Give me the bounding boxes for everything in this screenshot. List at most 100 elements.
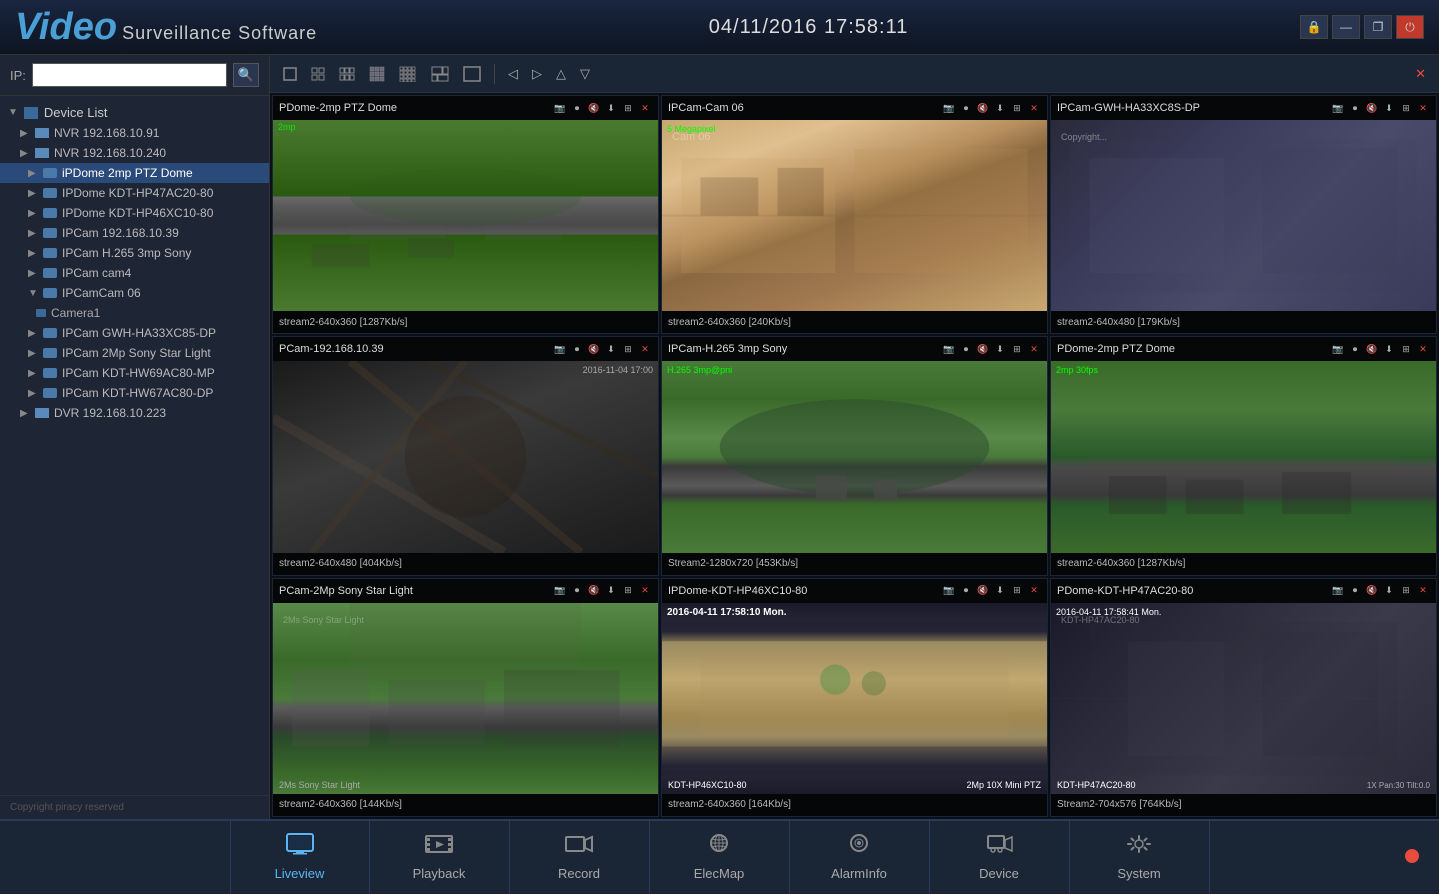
nav-item-playback[interactable]: Playback (370, 820, 510, 894)
cam6-close-icon[interactable]: ✕ (1416, 342, 1430, 356)
cam9-audio-icon[interactable]: 🔇 (1365, 584, 1379, 598)
nav-down-button[interactable]: ▽ (575, 63, 595, 85)
camera-cell-8[interactable]: IPDome-KDT-HP46XC10-80 📷 ⏺ 🔇 ⬇ ⊞ ✕ 2016-… (661, 578, 1048, 817)
cam7-audio-icon[interactable]: 🔇 (587, 584, 601, 598)
sidebar-item-ipcam-cam4[interactable]: ▶ IPCam cam4 (0, 263, 269, 283)
cam8-close-icon[interactable]: ✕ (1027, 584, 1041, 598)
cam4-close-icon[interactable]: ✕ (638, 342, 652, 356)
camera-cell-7[interactable]: 2Ms Sony Star Light PCam-2Mp Sony Star L… (272, 578, 659, 817)
cam3-snap-icon[interactable]: 📷 (1331, 101, 1345, 115)
cam4-record-icon[interactable]: ⏺ (570, 342, 584, 356)
cam5-record-icon[interactable]: ⏺ (959, 342, 973, 356)
cam2-download-icon[interactable]: ⬇ (993, 101, 1007, 115)
sidebar-item-ipdome-47[interactable]: ▶ IPDome KDT-HP47AC20-80 (0, 183, 269, 203)
cam9-download-icon[interactable]: ⬇ (1382, 584, 1396, 598)
cam4-expand-icon[interactable]: ⊞ (621, 342, 635, 356)
camera-cell-6[interactable]: PDome-2mp PTZ Dome 📷 ⏺ 🔇 ⬇ ⊞ ✕ 2mp 30fps… (1050, 336, 1437, 575)
cam7-close-icon[interactable]: ✕ (638, 584, 652, 598)
sidebar-item-nvr-240[interactable]: ▶ NVR 192.168.10.240 (0, 143, 269, 163)
sidebar-item-ipdome-46[interactable]: ▶ IPDome KDT-HP46XC10-80 (0, 203, 269, 223)
sidebar-item-ipcam-sony[interactable]: ▶ IPCam H.265 3mp Sony (0, 243, 269, 263)
cam8-expand-icon[interactable]: ⊞ (1010, 584, 1024, 598)
camera-cell-2[interactable]: Cam 06 IPCam-Cam 06 📷 ⏺ 🔇 ⬇ ⊞ ✕ 5 Megapi… (661, 95, 1048, 334)
cam5-expand-icon[interactable]: ⊞ (1010, 342, 1024, 356)
cam6-expand-icon[interactable]: ⊞ (1399, 342, 1413, 356)
nav-left-button[interactable]: ◁ (503, 63, 523, 85)
minimize-button[interactable]: — (1332, 15, 1360, 39)
camera-cell-4[interactable]: PCam-192.168.10.39 📷 ⏺ 🔇 ⬇ ⊞ ✕ 2016-11-0… (272, 336, 659, 575)
nav-right-button[interactable]: ▷ (527, 63, 547, 85)
sidebar-item-camera1[interactable]: Camera1 (0, 303, 269, 323)
cam-audio-icon[interactable]: 🔇 (587, 101, 601, 115)
camera-cell-3[interactable]: Copyright... IPCam-GWH-HA33XC8S-DP 📷 ⏺ 🔇… (1050, 95, 1437, 334)
nav-item-liveview[interactable]: Liveview (230, 820, 370, 894)
cam3-close-icon[interactable]: ✕ (1416, 101, 1430, 115)
cam2-expand-icon[interactable]: ⊞ (1010, 101, 1024, 115)
tree-root-device-list[interactable]: ▼ Device List (0, 102, 269, 123)
cam3-download-icon[interactable]: ⬇ (1382, 101, 1396, 115)
sidebar-item-dvr-223[interactable]: ▶ DVR 192.168.10.223 (0, 403, 269, 423)
camera-cell-1[interactable]: PDome-2mp PTZ Dome 📷 ⏺ 🔇 ⬇ ⊞ ✕ 2mp strea… (272, 95, 659, 334)
cam6-download-icon[interactable]: ⬇ (1382, 342, 1396, 356)
restore-button[interactable]: ❐ (1364, 15, 1392, 39)
sidebar-item-ipcam-39[interactable]: ▶ IPCam 192.168.10.39 (0, 223, 269, 243)
cam7-record-icon[interactable]: ⏺ (570, 584, 584, 598)
single-view-button[interactable] (278, 64, 302, 84)
cam9-expand-icon[interactable]: ⊞ (1399, 584, 1413, 598)
cam-close-icon[interactable]: ✕ (638, 101, 652, 115)
full-view-button[interactable] (458, 63, 486, 85)
cam5-audio-icon[interactable]: 🔇 (976, 342, 990, 356)
cam9-record-icon[interactable]: ⏺ (1348, 584, 1362, 598)
nav-item-record[interactable]: Record (510, 820, 650, 894)
cam6-record-icon[interactable]: ⏺ (1348, 342, 1362, 356)
cam2-close-icon[interactable]: ✕ (1027, 101, 1041, 115)
sidebar-item-ipcam-gwh[interactable]: ▶ IPCam GWH-HA33XC85-DP (0, 323, 269, 343)
cam-download-icon[interactable]: ⬇ (604, 101, 618, 115)
cam3-audio-icon[interactable]: 🔇 (1365, 101, 1379, 115)
nav-up-button[interactable]: △ (551, 63, 571, 85)
cam-snap-icon[interactable]: 📷 (553, 101, 567, 115)
cam2-audio-icon[interactable]: 🔇 (976, 101, 990, 115)
3x3-view-button[interactable] (364, 63, 390, 85)
cam6-snap-icon[interactable]: 📷 (1331, 342, 1345, 356)
cam9-snap-icon[interactable]: 📷 (1331, 584, 1345, 598)
4x4-view-button[interactable] (394, 63, 422, 85)
cam7-expand-icon[interactable]: ⊞ (621, 584, 635, 598)
custom-view-button[interactable] (426, 63, 454, 85)
cam8-snap-icon[interactable]: 📷 (942, 584, 956, 598)
ip-input[interactable] (32, 63, 227, 87)
sidebar-item-nvr-91[interactable]: ▶ NVR 192.168.10.91 (0, 123, 269, 143)
sidebar-item-ipcam-2mp[interactable]: ▶ IPCam 2Mp Sony Star Light (0, 343, 269, 363)
cam5-download-icon[interactable]: ⬇ (993, 342, 1007, 356)
3x2-view-button[interactable] (334, 64, 360, 84)
cam7-snap-icon[interactable]: 📷 (553, 584, 567, 598)
camera-cell-9[interactable]: KDT-HP47AC20-80 PDome-KDT-HP47AC20-80 📷 … (1050, 578, 1437, 817)
nav-item-alarminfo[interactable]: AlarmInfo (790, 820, 930, 894)
cam8-audio-icon[interactable]: 🔇 (976, 584, 990, 598)
sidebar-item-ipcam-kdt-67[interactable]: ▶ IPCam KDT-HW67AC80-DP (0, 383, 269, 403)
cam-record-icon[interactable]: ⏺ (570, 101, 584, 115)
cam4-snap-icon[interactable]: 📷 (553, 342, 567, 356)
cam8-download-icon[interactable]: ⬇ (993, 584, 1007, 598)
quad-view-button[interactable] (306, 64, 330, 84)
sidebar-item-ipcamcam06[interactable]: ▼ IPCamCam 06 (0, 283, 269, 303)
search-button[interactable]: 🔍 (233, 63, 259, 87)
cam9-close-icon[interactable]: ✕ (1416, 584, 1430, 598)
cam2-record-icon[interactable]: ⏺ (959, 101, 973, 115)
lock-button[interactable]: 🔒 (1300, 15, 1328, 39)
cam4-download-icon[interactable]: ⬇ (604, 342, 618, 356)
sidebar-item-ipdome-ptz[interactable]: ▶ iPDome 2mp PTZ Dome (0, 163, 269, 183)
nav-item-device[interactable]: Device (930, 820, 1070, 894)
cam5-snap-icon[interactable]: 📷 (942, 342, 956, 356)
cam3-expand-icon[interactable]: ⊞ (1399, 101, 1413, 115)
sidebar-item-ipcam-kdt-69[interactable]: ▶ IPCam KDT-HW69AC80-MP (0, 363, 269, 383)
camera-cell-5[interactable]: IPCam-H.265 3mp Sony 📷 ⏺ 🔇 ⬇ ⊞ ✕ H.265 3… (661, 336, 1048, 575)
cam7-download-icon[interactable]: ⬇ (604, 584, 618, 598)
cam6-audio-icon[interactable]: 🔇 (1365, 342, 1379, 356)
nav-item-system[interactable]: System (1070, 820, 1210, 894)
close-button[interactable]: ⏻ (1396, 15, 1424, 39)
cam4-audio-icon[interactable]: 🔇 (587, 342, 601, 356)
nav-item-elecmap[interactable]: ElecMap (650, 820, 790, 894)
cam2-snap-icon[interactable]: 📷 (942, 101, 956, 115)
cam8-record-icon[interactable]: ⏺ (959, 584, 973, 598)
